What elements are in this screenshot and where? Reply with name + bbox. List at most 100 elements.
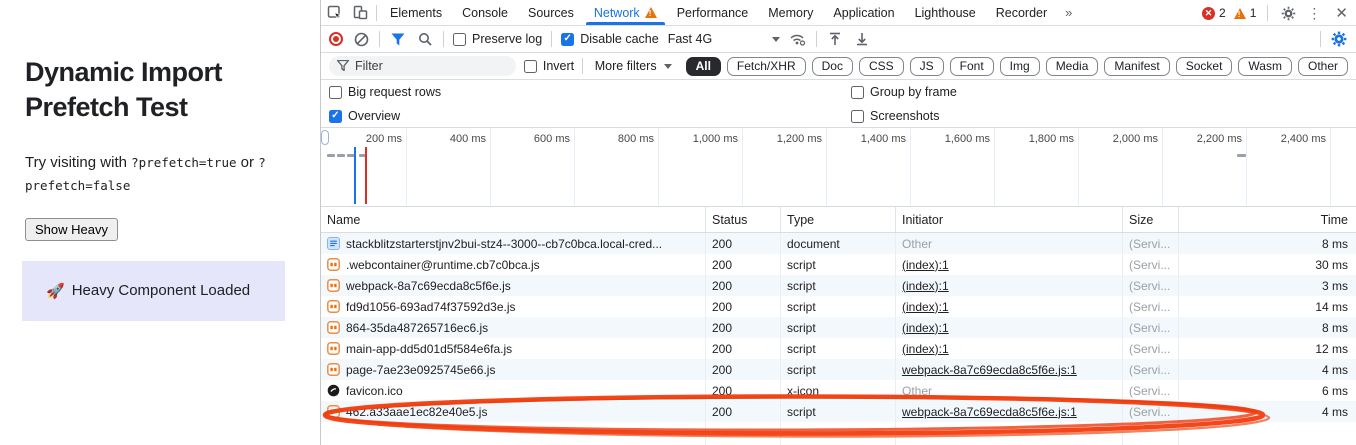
resource-type-pills: All Fetch/XHR Doc CSS JS Font Img Media Manifest… [686,57,1348,76]
close-devtools-icon[interactable]: ✕ [1331,4,1352,22]
disable-cache-checkbox[interactable]: ✓ Disable cache [561,32,659,46]
more-tabs-button[interactable]: » [1057,0,1080,25]
request-row-864-35da487265716ec6-js[interactable]: 864-35da487265716ec6.js200script(index):… [321,317,1356,338]
big-request-rows-checkbox[interactable]: Big request rows [329,85,851,99]
tab-memory[interactable]: Memory [758,0,823,25]
initiator-text: Other [902,384,932,398]
tab-label: Application [833,6,894,20]
initiator-link[interactable]: (index):1 [902,279,949,293]
column-header-type[interactable]: Type [781,207,896,232]
timeline-tick: 1,400 ms [827,128,911,206]
error-badge[interactable]: ✕ 2 [1202,6,1226,20]
tab-lighthouse[interactable]: Lighthouse [905,0,986,25]
type-pill-js[interactable]: JS [910,57,944,76]
table-rows: stackblitzstarterstjnv2bui-stz4--3000--c… [321,233,1356,445]
device-toolbar-icon[interactable] [347,0,373,25]
tab-console[interactable]: Console [452,0,518,25]
more-options-icon[interactable]: ⋮ [1305,5,1323,22]
inspect-element-icon[interactable] [321,0,347,25]
network-settings-gear-icon[interactable] [1330,30,1348,48]
request-row-462-a33aae1ec82e40e5-js[interactable]: 462.a33aae1ec82e40e5.js200scriptwebpack-… [321,401,1356,422]
type-pill-img[interactable]: Img [1000,57,1040,76]
column-header-name[interactable]: Name [321,207,706,232]
warning-badge[interactable]: ! 1 [1234,6,1257,20]
type-pill-socket[interactable]: Socket [1176,57,1233,76]
initiator-link[interactable]: (index):1 [902,258,949,272]
divider [582,58,583,74]
type-pill-doc[interactable]: Doc [812,57,853,76]
cell-type: script [781,296,896,317]
type-pill-wasm[interactable]: Wasm [1238,57,1292,76]
cell-initiator: (index):1 [896,254,1123,275]
type-pill-other[interactable]: Other [1298,57,1348,76]
network-overview-timeline[interactable]: 200 ms400 ms600 ms800 ms1,000 ms1,200 ms… [321,128,1356,207]
tick-label: 1,200 ms [777,133,822,145]
request-row-webpack-8a7c69ecda8c5f6e-js[interactable]: webpack-8a7c69ecda8c5f6e.js200script(ind… [321,275,1356,296]
overview-label: Overview [348,109,400,123]
cell-type: document [781,233,896,254]
filter-input[interactable] [329,56,516,76]
tick-label: 2,200 ms [1197,133,1242,145]
chevron-down-icon [772,37,780,42]
type-pill-all[interactable]: All [686,57,721,76]
request-row-fd9d1056-693ad74f37592d3e-js[interactable]: fd9d1056-693ad74f37592d3e.js200script(in… [321,296,1356,317]
type-pill-font[interactable]: Font [950,57,994,76]
type-pill-fetch-xhr[interactable]: Fetch/XHR [727,57,806,76]
preserve-log-checkbox[interactable]: Preserve log [453,32,542,46]
overview-range-handle[interactable] [321,130,329,145]
overview-checkbox[interactable]: ✓ Overview [329,109,851,123]
tick-label: 200 ms [366,133,402,145]
export-har-icon[interactable] [853,30,871,48]
screenshots-checkbox[interactable]: Screenshots [851,109,1356,123]
more-filters-dropdown[interactable]: More filters [591,59,676,73]
table-filler [321,422,1356,445]
request-row-webcontainer-runtime-cb7c0bca-js[interactable]: .webcontainer@runtime.cb7c0bca.js200scri… [321,254,1356,275]
request-row-main-app-dd5d01d5f584e6fa-js[interactable]: main-app-dd5d01d5f584e6fa.js200script(in… [321,338,1356,359]
cell-size: (Servi... [1123,401,1179,422]
tab-sources[interactable]: Sources [518,0,584,25]
network-conditions-icon[interactable] [789,30,807,48]
checkbox-unchecked [851,86,864,99]
type-pill-css[interactable]: CSS [859,57,904,76]
cell-size: (Servi... [1123,254,1179,275]
show-heavy-button[interactable]: Show Heavy [25,218,118,241]
cell-initiator: (index):1 [896,338,1123,359]
cell-initiator: webpack-8a7c69ecda8c5f6e.js:1 [896,401,1123,422]
filler-cell [321,422,706,445]
type-pill-manifest[interactable]: Manifest [1104,57,1169,76]
request-row-stackblitzstarterstjnv2bui-stz4-3000-cb7[interactable]: stackblitzstarterstjnv2bui-stz4--3000--c… [321,233,1356,254]
import-har-icon[interactable] [826,30,844,48]
tab-elements[interactable]: Elements [380,0,452,25]
initiator-link[interactable]: (index):1 [902,300,949,314]
column-header-size[interactable]: Size [1123,207,1179,232]
cell-time: 6 ms [1179,380,1356,401]
column-header-status[interactable]: Status [706,207,781,232]
filter-funnel-icon[interactable] [389,30,407,48]
invert-checkbox[interactable]: Invert [524,59,574,73]
initiator-link[interactable]: (index):1 [902,321,949,335]
tab-recorder[interactable]: Recorder [986,0,1057,25]
group-by-frame-checkbox[interactable]: Group by frame [851,85,1356,99]
tab-label: Elements [390,6,442,20]
column-header-initiator[interactable]: Initiator [896,207,1123,232]
devtools-tabbar: Elements ConsoleSourcesNetwork!Performanc… [321,0,1356,26]
tick-label: 1,800 ms [1029,133,1074,145]
initiator-link[interactable]: (index):1 [902,342,949,356]
document-icon [327,237,340,250]
tab-network[interactable]: Network! [584,0,667,25]
initiator-link[interactable]: webpack-8a7c69ecda8c5f6e.js:1 [902,405,1077,419]
request-row-favicon-ico[interactable]: favicon.ico200x-iconOther(Servi...6 ms [321,380,1356,401]
search-icon[interactable] [416,30,434,48]
request-row-page-7ae23e0925745e66-js[interactable]: page-7ae23e0925745e66.js200scriptwebpack… [321,359,1356,380]
cell-size: (Servi... [1123,275,1179,296]
settings-gear-icon[interactable] [1279,4,1297,22]
tab-application[interactable]: Application [823,0,904,25]
throttling-dropdown[interactable]: Fast 4G [668,32,780,46]
initiator-link[interactable]: webpack-8a7c69ecda8c5f6e.js:1 [902,363,1077,377]
network-requests-table: NameStatusTypeInitiatorSizeTime stackbli… [321,207,1356,445]
record-network-log-button[interactable] [329,32,343,46]
clear-network-log-icon[interactable] [352,30,370,48]
type-pill-media[interactable]: Media [1046,57,1099,76]
tab-performance[interactable]: Performance [667,0,759,25]
column-header-time[interactable]: Time [1179,207,1356,232]
